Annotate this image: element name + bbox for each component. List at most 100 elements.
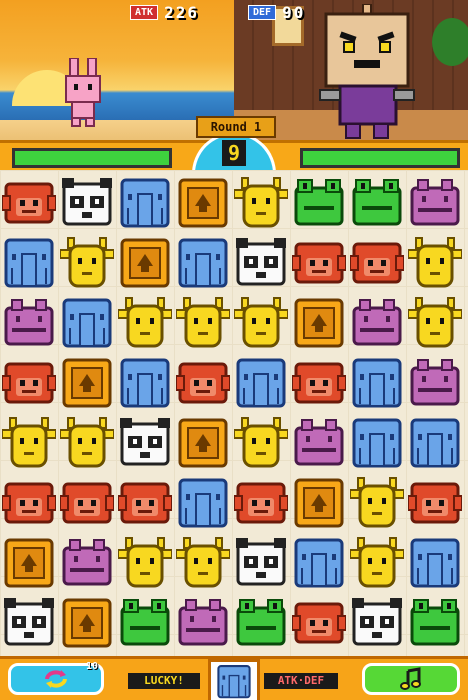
giraffe-tile[interactable] (118, 294, 172, 350)
giraffe-icon (176, 537, 230, 588)
enemy-hp-fill (303, 151, 457, 165)
hippo-tile[interactable] (2, 294, 56, 350)
panda-tile[interactable] (234, 534, 288, 590)
lion-tile[interactable] (176, 414, 230, 470)
reload-icon (45, 670, 67, 688)
elephant-icon (217, 665, 251, 699)
monkey-icon (118, 482, 172, 524)
panda-icon (236, 238, 286, 286)
elephant-icon (178, 238, 228, 288)
monkey-tile[interactable] (2, 174, 56, 230)
attack-stat: ATK 226 (130, 3, 199, 22)
lion-tile[interactable] (2, 534, 56, 590)
panda-tile[interactable] (234, 234, 288, 290)
giraffe-tile[interactable] (176, 294, 230, 350)
monkey-icon (176, 362, 230, 404)
giraffe-tile[interactable] (350, 474, 404, 530)
elephant-icon (294, 538, 344, 588)
lion-tile[interactable] (292, 474, 346, 530)
panda-icon (352, 598, 402, 646)
lucky-animal-tile (208, 659, 260, 700)
panda-tile[interactable] (118, 414, 172, 470)
giraffe-tile[interactable] (234, 294, 288, 350)
defense-stat: DEF 90 (248, 3, 305, 22)
elephant-tile[interactable] (350, 354, 404, 410)
giraffe-tile[interactable] (60, 414, 114, 470)
lion-tile[interactable] (292, 294, 346, 350)
frog-tile[interactable] (234, 594, 288, 650)
lion-tile[interactable] (60, 594, 114, 650)
giraffe-icon (118, 297, 172, 348)
elephant-tile[interactable] (2, 234, 56, 290)
elephant-icon (62, 298, 112, 348)
elephant-tile[interactable] (292, 534, 346, 590)
elephant-tile[interactable] (408, 414, 462, 470)
elephant-tile[interactable] (176, 234, 230, 290)
round-label: Round 1 (196, 116, 276, 138)
potted-plant (432, 18, 468, 66)
hippo-tile[interactable] (176, 594, 230, 650)
frog-tile[interactable] (292, 174, 346, 230)
lion-tile[interactable] (60, 354, 114, 410)
hippo-tile[interactable] (292, 414, 346, 470)
elephant-icon (120, 178, 170, 228)
monkey-tile[interactable] (292, 594, 346, 650)
panda-icon (4, 598, 54, 646)
lion-icon (178, 178, 228, 228)
elephant-icon (4, 238, 54, 288)
panda-tile[interactable] (2, 594, 56, 650)
elephant-tile[interactable] (60, 294, 114, 350)
frog-tile[interactable] (350, 174, 404, 230)
puzzle-board (0, 170, 468, 656)
monkey-tile[interactable] (408, 474, 462, 530)
monkey-tile[interactable] (176, 354, 230, 410)
bottom-toolbar: 10 LUCKY! ATK·DEF (0, 656, 468, 700)
giraffe-tile[interactable] (60, 234, 114, 290)
monkey-tile[interactable] (118, 474, 172, 530)
elephant-tile[interactable] (408, 534, 462, 590)
elephant-tile[interactable] (118, 354, 172, 410)
monkey-icon (60, 482, 114, 524)
monkey-tile[interactable] (2, 474, 56, 530)
giraffe-tile[interactable] (234, 414, 288, 470)
frog-tile[interactable] (408, 594, 462, 650)
panda-tile[interactable] (350, 594, 404, 650)
giraffe-tile[interactable] (234, 174, 288, 230)
lion-tile[interactable] (176, 174, 230, 230)
player-hp-bar (12, 148, 172, 168)
elephant-icon (236, 358, 286, 408)
hippo-tile[interactable] (350, 294, 404, 350)
lion-icon (4, 538, 54, 588)
hippo-tile[interactable] (408, 174, 462, 230)
lion-icon (294, 298, 344, 348)
enemy-character-robot (318, 3, 416, 140)
lion-tile[interactable] (118, 234, 172, 290)
sound-button[interactable] (362, 663, 460, 695)
elephant-tile[interactable] (234, 354, 288, 410)
monkey-tile[interactable] (60, 474, 114, 530)
giraffe-tile[interactable] (2, 414, 56, 470)
monkey-tile[interactable] (2, 354, 56, 410)
monkey-tile[interactable] (292, 354, 346, 410)
monkey-icon (292, 362, 346, 404)
monkey-tile[interactable] (350, 234, 404, 290)
giraffe-icon (118, 537, 172, 588)
giraffe-icon (234, 177, 288, 228)
hippo-tile[interactable] (60, 534, 114, 590)
elephant-icon (352, 418, 402, 468)
monkey-tile[interactable] (234, 474, 288, 530)
giraffe-tile[interactable] (350, 534, 404, 590)
frog-tile[interactable] (118, 594, 172, 650)
giraffe-tile[interactable] (118, 534, 172, 590)
panda-icon (120, 418, 170, 466)
giraffe-icon (176, 297, 230, 348)
monkey-tile[interactable] (292, 234, 346, 290)
giraffe-tile[interactable] (408, 234, 462, 290)
elephant-tile[interactable] (350, 414, 404, 470)
giraffe-tile[interactable] (408, 294, 462, 350)
giraffe-tile[interactable] (176, 534, 230, 590)
hippo-tile[interactable] (408, 354, 462, 410)
panda-tile[interactable] (60, 174, 114, 230)
elephant-tile[interactable] (176, 474, 230, 530)
elephant-tile[interactable] (118, 174, 172, 230)
